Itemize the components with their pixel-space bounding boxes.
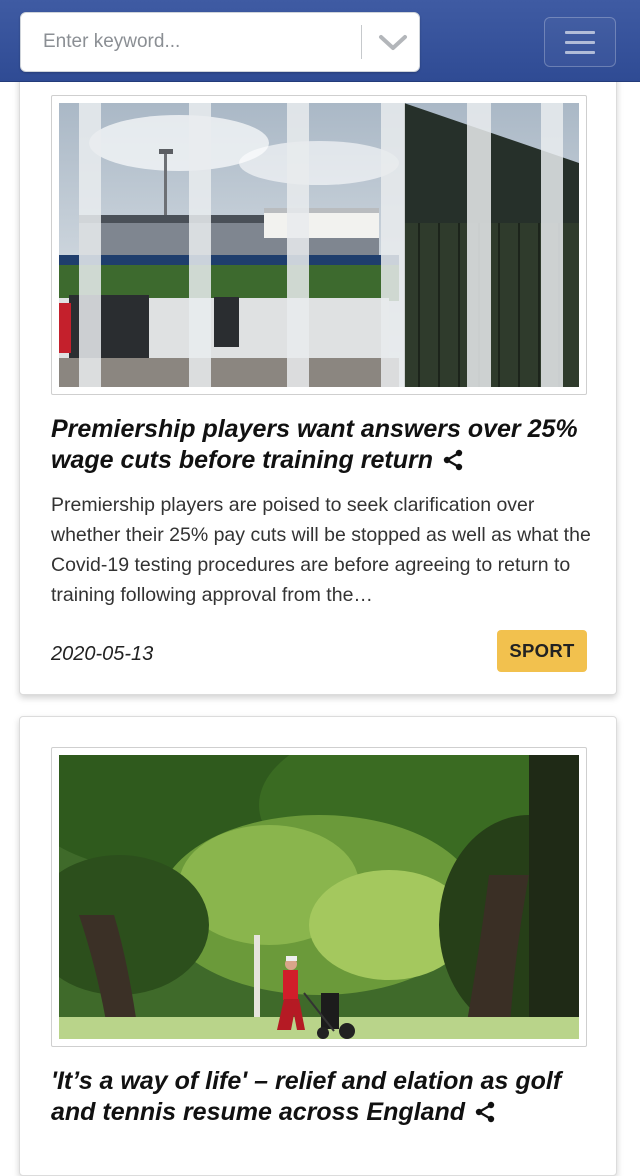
article-title[interactable]: Premiership players want answers over 25…: [51, 414, 591, 476]
article-excerpt: Premiership players are poised to seek c…: [51, 494, 591, 606]
article-image[interactable]: [59, 755, 579, 1039]
share-icon[interactable]: [441, 448, 465, 472]
share-icon[interactable]: [473, 1100, 497, 1124]
search-box[interactable]: [20, 12, 420, 72]
hamburger-menu-icon[interactable]: [544, 17, 616, 67]
search-separator: [361, 25, 362, 59]
top-navbar: [0, 0, 640, 82]
article-image-frame[interactable]: [51, 95, 587, 395]
search-input[interactable]: [21, 13, 361, 71]
article-image-frame[interactable]: [51, 747, 587, 1047]
article-image[interactable]: [59, 103, 579, 387]
article-card[interactable]: Premiership players want answers over 25…: [19, 0, 617, 695]
category-badge[interactable]: SPORT: [497, 630, 587, 672]
chevron-down-icon[interactable]: [373, 29, 413, 55]
article-card[interactable]: 'It’s a way of life' – relief and elatio…: [19, 716, 617, 1176]
article-title-text[interactable]: Premiership players want answers over 25…: [51, 415, 578, 474]
article-title[interactable]: 'It’s a way of life' – relief and elatio…: [51, 1066, 591, 1128]
article-date: 2020-05-13: [51, 643, 154, 665]
